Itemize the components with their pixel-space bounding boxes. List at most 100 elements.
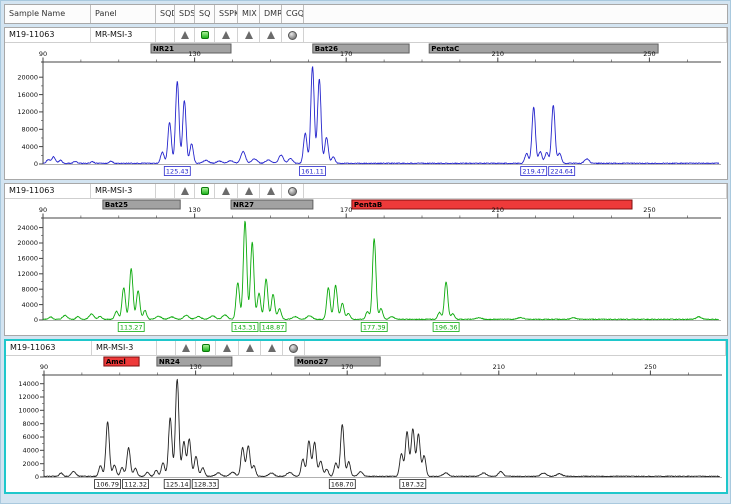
trace (44, 379, 720, 476)
sample-name[interactable]: M19-11063 (5, 184, 91, 198)
column-header-sspk: SSPK (215, 5, 238, 23)
electropherogram-blue[interactable]: NR21Bat26PentaC9013017021025004000800012… (5, 43, 725, 179)
marker-label: Amel (106, 358, 126, 366)
ruler-tick-label: 90 (39, 206, 47, 214)
sphere-status-icon (288, 187, 297, 196)
y-tick-label: 20000 (17, 239, 38, 247)
sq-flag-cell[interactable] (195, 28, 215, 42)
column-header-mix: MIX (238, 5, 260, 23)
column-header-dmr: DMR (260, 5, 282, 23)
ruler-tick-label: 250 (644, 363, 656, 371)
ruler-tick-label: 210 (492, 206, 504, 214)
sqd-cell[interactable] (157, 341, 176, 355)
triangle-flag-icon (181, 187, 189, 195)
sds-flag-cell[interactable] (176, 341, 196, 355)
column-header-sds: SDS (175, 5, 195, 23)
green-square-pass-icon (202, 344, 210, 352)
trace (43, 221, 719, 320)
peak-size-label: 224.64 (550, 168, 573, 176)
marker-label: PentaC (431, 45, 459, 53)
peak-size-label: 128.33 (194, 481, 217, 489)
y-tick-label: 8000 (22, 420, 39, 428)
triangle-flag-icon (222, 187, 230, 195)
peak-size-label: 125.43 (166, 168, 189, 176)
peak-size-label: 148.87 (262, 324, 285, 332)
mix-flag-cell[interactable] (238, 28, 260, 42)
ruler-tick-label: 250 (643, 50, 655, 58)
sq-flag-cell[interactable] (195, 184, 215, 198)
cgq-flag-cell[interactable] (283, 341, 305, 355)
dmr-flag-cell[interactable] (260, 28, 282, 42)
sample-name[interactable]: M19-11063 (5, 28, 91, 42)
sample-row[interactable]: M19-11063 MR-MSI-3 (6, 341, 726, 356)
sspk-flag-cell[interactable] (215, 184, 238, 198)
sqd-cell[interactable] (156, 184, 175, 198)
sample-block-3-selected: M19-11063 MR-MSI-3 AmelNR24Mono279013017… (4, 339, 728, 494)
panel-name[interactable]: MR-MSI-3 (91, 184, 156, 198)
column-header-cgq: CGQ (282, 5, 304, 23)
row-filler (304, 184, 727, 198)
electropherogram-black[interactable]: AmelNR24Mono2790130170210250020004000600… (6, 356, 724, 492)
peak-size-label: 187.32 (401, 481, 424, 489)
row-filler (305, 341, 726, 355)
ruler-tick-label: 250 (643, 206, 655, 214)
column-header-sqd: SQD (156, 5, 175, 23)
triangle-flag-icon (222, 31, 230, 39)
cgq-flag-cell[interactable] (282, 184, 304, 198)
y-tick-label: 20000 (17, 73, 38, 81)
mix-flag-cell[interactable] (238, 184, 260, 198)
sphere-status-icon (289, 344, 298, 353)
column-header-sample-name: Sample Name (5, 5, 91, 23)
triangle-flag-icon (268, 344, 276, 352)
panel-name[interactable]: MR-MSI-3 (91, 28, 156, 42)
marker-bar-pentac[interactable] (429, 44, 658, 53)
content-area: Sample Name Panel SQD SDS SQ SSPK MIX DM… (4, 4, 728, 494)
marker-label: NR27 (233, 201, 254, 209)
peak-size-label: 161.11 (301, 168, 324, 176)
cgq-flag-cell[interactable] (282, 28, 304, 42)
peak-size-label: 196.36 (435, 324, 458, 332)
app-window: Sample Name Panel SQD SDS SQ SSPK MIX DM… (0, 0, 731, 504)
y-tick-label: 4000 (21, 301, 38, 309)
triangle-flag-icon (245, 31, 253, 39)
y-tick-label: 12000 (17, 108, 38, 116)
sds-flag-cell[interactable] (175, 184, 195, 198)
peak-size-label: 168.70 (331, 481, 354, 489)
marker-label: Bat25 (105, 201, 128, 209)
sample-name[interactable]: M19-11063 (6, 341, 92, 355)
triangle-flag-icon (245, 187, 253, 195)
y-tick-label: 8000 (21, 285, 38, 293)
triangle-flag-icon (246, 344, 254, 352)
table-header: Sample Name Panel SQD SDS SQ SSPK MIX DM… (4, 4, 728, 24)
sphere-status-icon (288, 31, 297, 40)
y-tick-label: 16000 (17, 91, 38, 99)
y-tick-label: 6000 (22, 433, 39, 441)
dmr-flag-cell[interactable] (260, 184, 282, 198)
sspk-flag-cell[interactable] (216, 341, 239, 355)
sspk-flag-cell[interactable] (215, 28, 238, 42)
y-tick-label: 0 (34, 316, 38, 324)
sample-block-2: M19-11063 MR-MSI-3 Bat25NR27PentaB901301… (4, 183, 728, 336)
sds-flag-cell[interactable] (175, 28, 195, 42)
y-tick-label: 0 (35, 473, 39, 481)
ruler-tick-label: 130 (188, 206, 200, 214)
electropherogram-green[interactable]: Bat25NR27PentaB9013017021025004000800012… (5, 199, 725, 335)
peak-size-label: 112.32 (124, 481, 147, 489)
y-tick-label: 4000 (21, 143, 38, 151)
mix-flag-cell[interactable] (239, 341, 261, 355)
ruler-tick-label: 130 (189, 363, 201, 371)
dmr-flag-cell[interactable] (261, 341, 283, 355)
marker-label: NR21 (153, 45, 174, 53)
sqd-cell[interactable] (156, 28, 175, 42)
sq-flag-cell[interactable] (196, 341, 216, 355)
y-tick-label: 12000 (17, 270, 38, 278)
ruler-tick-label: 130 (188, 50, 200, 58)
marker-label: Bat26 (315, 45, 338, 53)
sample-row[interactable]: M19-11063 MR-MSI-3 (5, 28, 727, 43)
marker-label: Mono27 (297, 358, 328, 366)
peak-size-label: 143.31 (234, 324, 257, 332)
triangle-flag-icon (223, 344, 231, 352)
column-header-panel: Panel (91, 5, 156, 23)
panel-name[interactable]: MR-MSI-3 (92, 341, 157, 355)
sample-row[interactable]: M19-11063 MR-MSI-3 (5, 184, 727, 199)
